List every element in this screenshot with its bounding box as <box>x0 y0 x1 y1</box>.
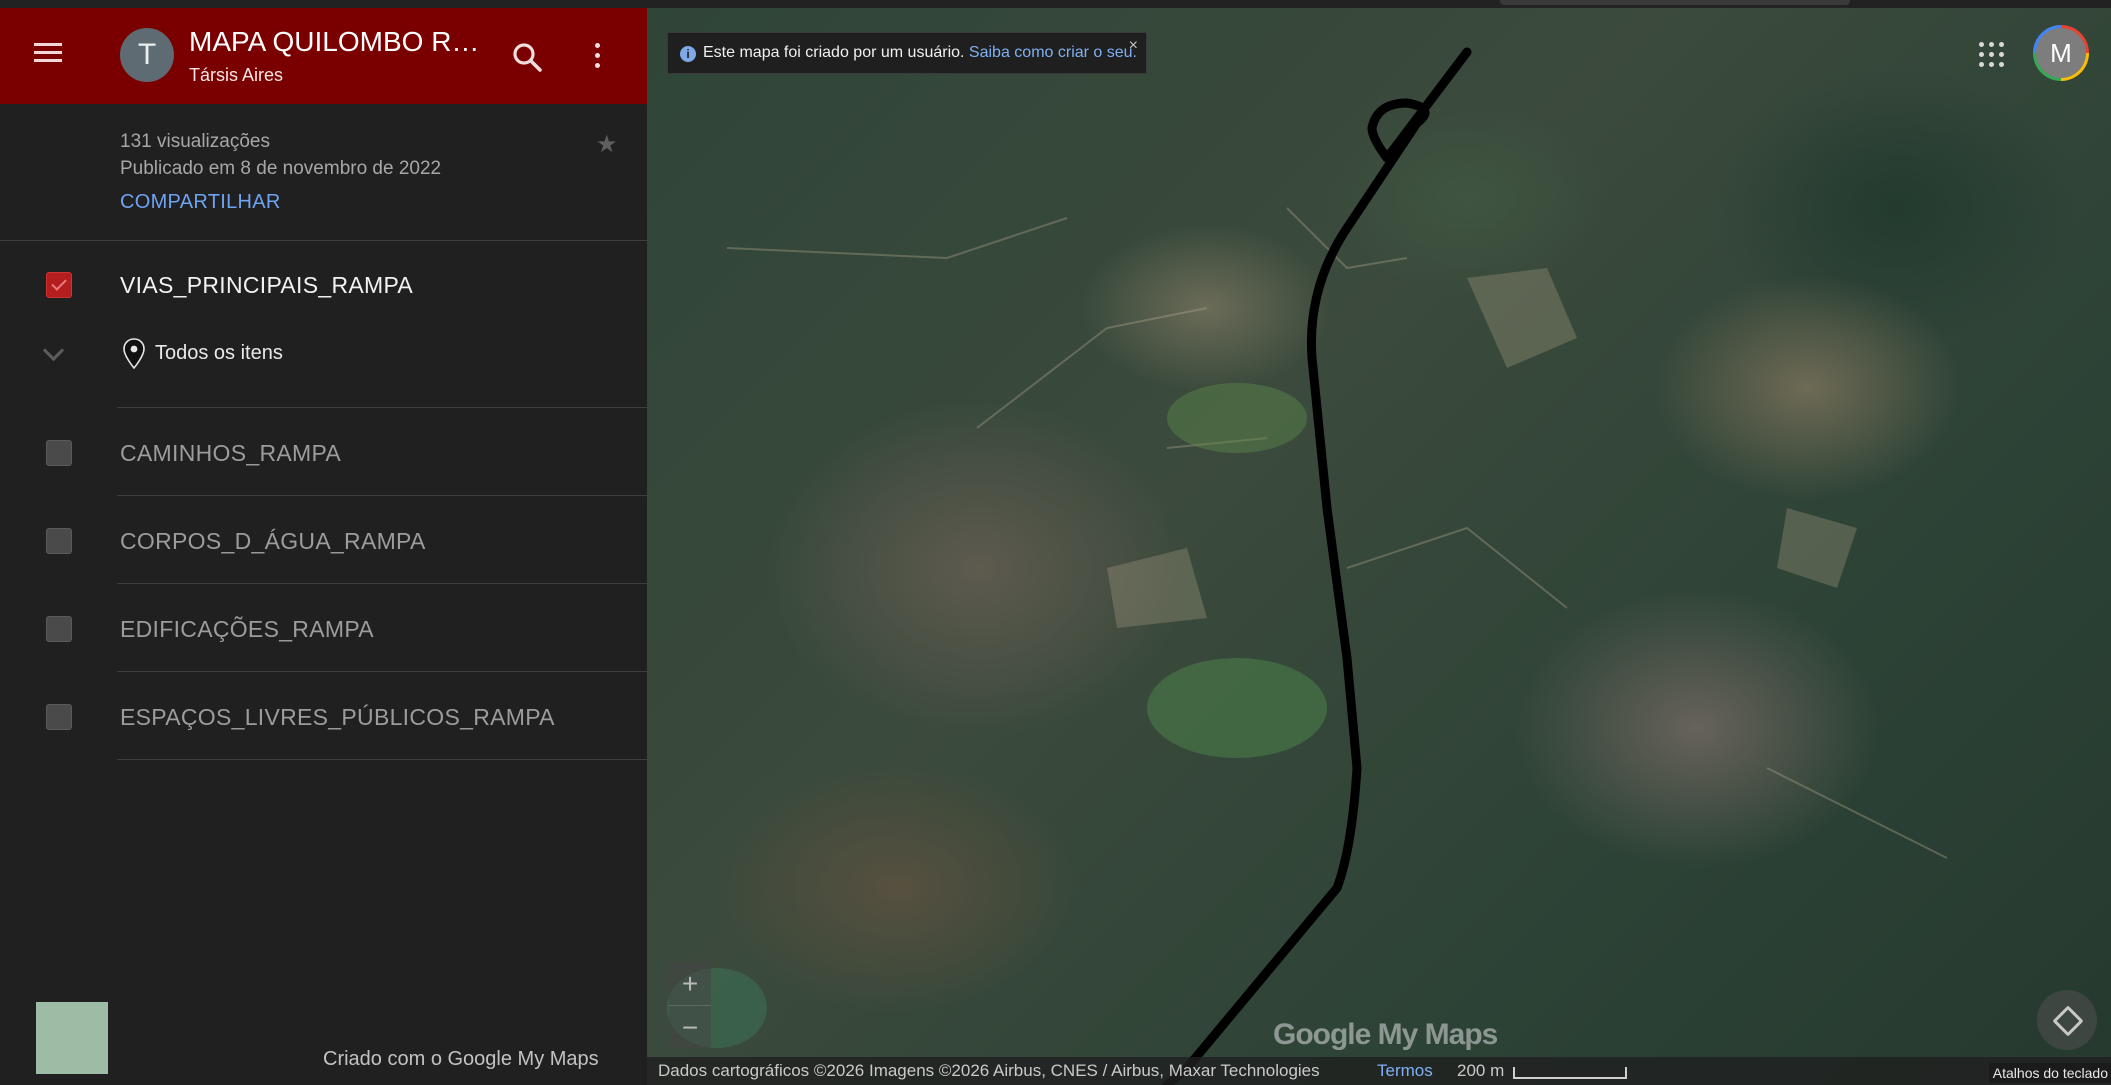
layer-checkbox-caminhos[interactable] <box>46 440 72 466</box>
divider <box>117 495 647 496</box>
all-items-link[interactable]: Todos os itens <box>155 342 283 365</box>
layer-name-edificacoes[interactable]: EDIFICAÇÕES_RAMPA <box>120 616 374 643</box>
account-letter: M <box>2036 28 2086 78</box>
learn-create-link[interactable]: Saiba como criar o seu. <box>969 44 1137 61</box>
search-icon[interactable] <box>508 38 548 78</box>
google-my-maps-logo: Google My Maps <box>1273 1018 1498 1051</box>
map-author[interactable]: Társis Aires <box>189 65 283 86</box>
created-with-credit[interactable]: Criado com o Google My Maps <box>323 1048 599 1071</box>
divider <box>0 240 647 241</box>
zoom-controls: + − <box>669 962 711 1048</box>
keyboard-shortcuts-link[interactable]: Atalhos do teclado <box>1988 1063 2111 1083</box>
menu-icon[interactable] <box>28 38 68 74</box>
divider <box>117 671 647 672</box>
more-options-icon[interactable] <box>582 38 612 78</box>
divider <box>117 407 647 408</box>
star-icon[interactable]: ★ <box>596 130 618 159</box>
map-pin-icon <box>122 338 146 375</box>
scale-bar <box>1513 1067 1627 1079</box>
layer-name-corpos-dagua[interactable]: CORPOS_D_ÁGUA_RAMPA <box>120 528 426 555</box>
divider <box>117 759 647 760</box>
view-count: 131 visualizações <box>120 131 270 152</box>
sidebar: T MAPA QUILOMBO RAMPA Társis Aires 131 v… <box>0 8 647 1085</box>
road-line <box>1162 47 1472 1085</box>
layer-checkbox-corpos-dagua[interactable] <box>46 528 72 554</box>
info-icon: i <box>680 46 696 62</box>
layer-name-vias-principais[interactable]: VIAS_PRINCIPAIS_RAMPA <box>120 272 413 299</box>
published-date: Publicado em 8 de novembro de 2022 <box>120 158 442 179</box>
layer-checkbox-espacos-livres[interactable] <box>46 704 72 730</box>
layer-checkbox-vias-principais[interactable] <box>46 272 72 298</box>
satellite-imagery <box>667 47 1948 1085</box>
zoom-in-button[interactable]: + <box>669 962 711 1005</box>
scale-label[interactable]: 200 m <box>1457 1061 1504 1081</box>
layer-checkbox-edificacoes[interactable] <box>46 616 72 642</box>
map-title: MAPA QUILOMBO RAMPA <box>189 26 489 57</box>
browser-top-strip <box>0 0 2111 8</box>
apps-grid-icon[interactable] <box>1977 40 2007 70</box>
share-button[interactable]: COMPARTILHAR <box>120 191 281 214</box>
divider <box>117 583 647 584</box>
close-icon[interactable]: × <box>1129 37 1138 55</box>
layer-name-caminhos[interactable]: CAMINHOS_RAMPA <box>120 440 341 467</box>
sidebar-header: T MAPA QUILOMBO RAMPA Társis Aires <box>0 8 647 104</box>
map-thumbnail[interactable] <box>36 1002 108 1074</box>
map-meta: 131 visualizações Publicado em 8 de nove… <box>120 128 441 182</box>
author-avatar[interactable]: T <box>120 28 174 82</box>
map-attribution-bar: Dados cartográficos ©2026 Imagens ©2026 … <box>647 1057 2111 1085</box>
notice-text: Este mapa foi criado por um usuário. <box>703 44 965 61</box>
layer-name-espacos-livres[interactable]: ESPAÇOS_LIVRES_PÚBLICOS_RAMPA <box>120 704 555 731</box>
user-map-notice: i Este mapa foi criado por um usuário. S… <box>667 32 1147 74</box>
zoom-out-button[interactable]: − <box>669 1005 711 1049</box>
map-data-attribution: Dados cartográficos ©2026 Imagens ©2026 … <box>658 1061 1320 1080</box>
account-avatar[interactable]: M <box>2033 25 2089 81</box>
map-canvas[interactable]: i Este mapa foi criado por um usuário. S… <box>647 8 2111 1085</box>
terms-link[interactable]: Termos <box>1377 1061 1433 1081</box>
browser-tab[interactable] <box>1500 0 1850 5</box>
pan-control-icon[interactable] <box>2037 990 2097 1050</box>
chevron-down-icon[interactable] <box>42 339 65 362</box>
